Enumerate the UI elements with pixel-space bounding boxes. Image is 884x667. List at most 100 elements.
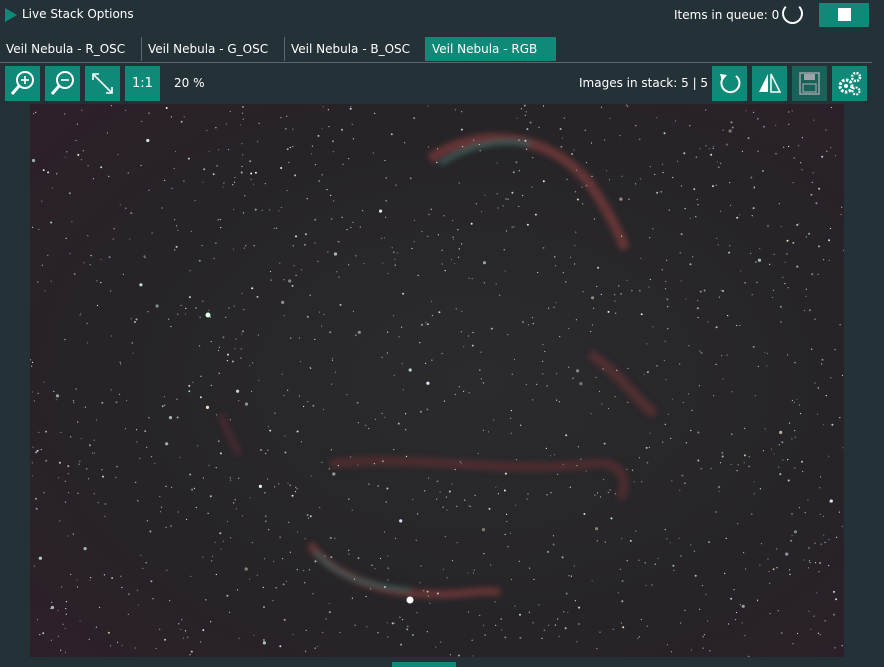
star	[835, 598, 838, 601]
settings-button[interactable]	[832, 66, 867, 101]
star	[31, 158, 36, 163]
star	[716, 237, 718, 239]
star	[532, 399, 534, 401]
actual-size-button[interactable]: 1:1	[125, 66, 160, 101]
star	[254, 171, 257, 174]
star	[329, 537, 332, 539]
star	[554, 624, 557, 626]
star	[426, 381, 430, 385]
star	[230, 537, 232, 539]
play-icon[interactable]	[5, 8, 17, 22]
star	[393, 251, 395, 253]
star	[231, 360, 234, 363]
star	[772, 296, 774, 299]
star	[717, 244, 719, 246]
star	[206, 129, 208, 131]
zoom-out-button[interactable]	[45, 66, 80, 101]
stop-button[interactable]	[819, 3, 869, 27]
star	[814, 542, 816, 544]
star	[607, 310, 610, 313]
star	[82, 150, 84, 152]
star	[180, 120, 183, 123]
star	[288, 279, 292, 283]
star	[481, 211, 483, 213]
star	[80, 313, 82, 315]
star	[144, 257, 146, 259]
save-button[interactable]	[792, 66, 827, 101]
star	[471, 278, 473, 280]
star	[354, 334, 357, 337]
image-viewer[interactable]	[30, 104, 844, 657]
star	[442, 568, 444, 570]
star	[241, 143, 243, 145]
star	[695, 156, 697, 158]
zoom-in-icon	[10, 71, 34, 95]
star	[472, 331, 474, 334]
star	[514, 605, 516, 607]
star	[312, 404, 315, 407]
star	[584, 129, 586, 131]
star	[86, 322, 88, 324]
star	[794, 362, 796, 364]
tab-b-osc[interactable]: Veil Nebula - B_OSC	[285, 37, 426, 61]
star	[816, 413, 819, 415]
star	[542, 180, 545, 183]
star	[321, 325, 323, 327]
tab-g-osc[interactable]: Veil Nebula - G_OSC	[142, 37, 285, 61]
star	[35, 451, 38, 454]
star	[812, 172, 814, 174]
star	[38, 431, 40, 433]
star	[767, 225, 769, 227]
flip-button[interactable]	[752, 66, 787, 101]
star	[401, 363, 403, 365]
star	[141, 120, 143, 122]
star	[693, 550, 696, 552]
star	[161, 207, 163, 209]
star	[88, 638, 90, 640]
star	[581, 186, 583, 188]
star	[401, 619, 404, 621]
star	[150, 580, 153, 583]
star	[56, 173, 58, 175]
star	[190, 575, 192, 577]
star	[306, 198, 308, 200]
star	[264, 183, 266, 185]
tab-rgb[interactable]: Veil Nebula - RGB	[426, 37, 556, 61]
star	[662, 163, 664, 165]
zoom-in-button[interactable]	[5, 66, 40, 101]
star	[170, 525, 172, 527]
tab-label: Veil Nebula - R_OSC	[6, 42, 126, 56]
star	[667, 328, 669, 330]
star	[550, 492, 552, 494]
star	[705, 145, 707, 147]
star	[596, 648, 598, 650]
star	[830, 106, 833, 109]
star	[496, 162, 498, 164]
star	[249, 160, 252, 163]
star	[183, 116, 185, 118]
star	[33, 565, 35, 567]
rotate-button[interactable]	[712, 66, 747, 101]
star	[307, 517, 310, 519]
star	[121, 644, 123, 646]
star	[661, 269, 663, 271]
star	[165, 442, 169, 446]
star	[77, 421, 79, 423]
star	[374, 112, 376, 114]
star	[166, 569, 168, 571]
star	[834, 647, 836, 649]
star	[526, 128, 529, 131]
star	[826, 150, 828, 152]
tab-r-osc[interactable]: Veil Nebula - R_OSC	[0, 37, 142, 61]
star	[562, 272, 564, 274]
star	[414, 219, 416, 221]
fit-to-screen-button[interactable]	[85, 66, 120, 101]
star	[699, 148, 701, 150]
star	[469, 505, 472, 508]
star	[330, 194, 332, 196]
star	[174, 249, 176, 251]
scroll-indicator[interactable]	[392, 662, 456, 667]
star	[490, 327, 493, 330]
star	[181, 619, 183, 621]
star	[737, 464, 739, 466]
